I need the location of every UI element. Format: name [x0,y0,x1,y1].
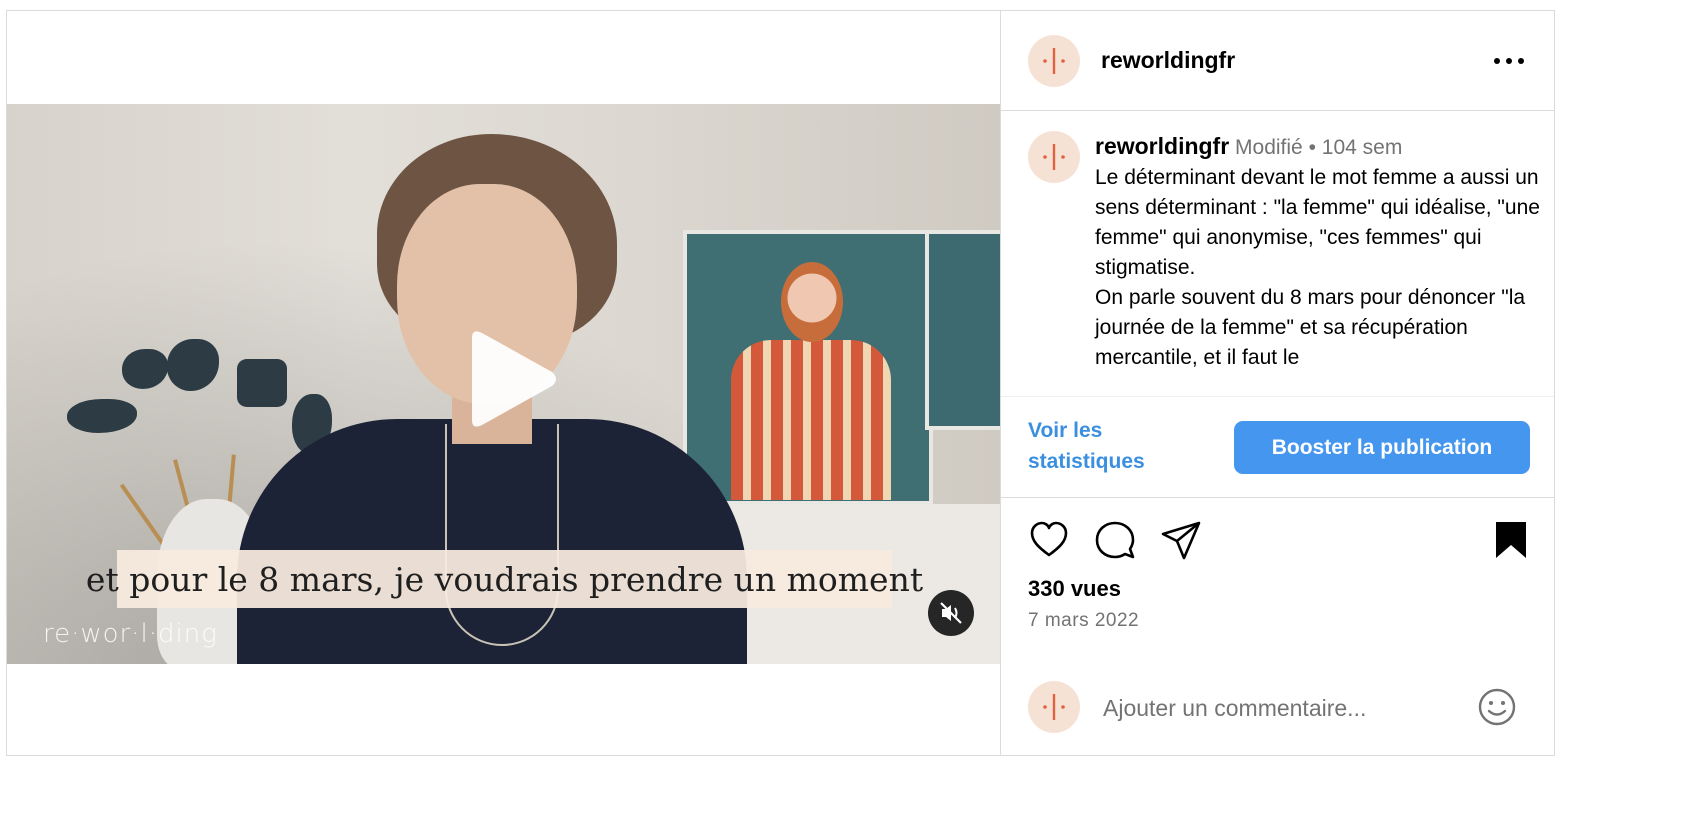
video-player[interactable]: et pour le 8 mars, je voudrais prendre u… [7,104,1000,664]
painted-figure [709,262,909,502]
reworlding-logo [1043,694,1065,720]
speaker-necklace [445,424,559,646]
heart-icon [1030,521,1068,557]
comment-icon [1095,521,1135,559]
view-count[interactable]: 330 vues [1028,576,1121,602]
caption-username[interactable]: reworldingfr [1095,133,1229,159]
edited-label: Modifié [1235,136,1303,159]
sculpture-creature [122,349,168,389]
avatar [1028,681,1080,733]
boost-post-button[interactable]: Booster la publication [1234,421,1530,474]
post-card: et pour le 8 mars, je voudrais prendre u… [6,10,1555,756]
media-area: et pour le 8 mars, je voudrais prendre u… [7,11,1000,755]
share-icon [1161,521,1201,560]
painted-shirt [731,340,891,500]
reworlding-logo [1043,144,1065,170]
view-insights-link[interactable]: Voir les statistiques [1028,415,1198,477]
insights-bar: Voir les statistiques Booster la publica… [1001,396,1554,498]
more-options-button[interactable] [1489,47,1529,75]
painted-head [781,262,843,342]
muted-speaker-icon [940,602,962,624]
sculpture-fish [67,399,137,433]
post-date: 7 mars 2022 [1028,610,1140,631]
bookmark-icon [1496,522,1526,558]
like-button[interactable] [1028,519,1070,561]
play-icon [472,331,556,427]
header-username[interactable]: reworldingfr [1101,47,1235,74]
post-side-panel: reworldingfr reworldingfr Modifié • 104 … [1000,11,1554,755]
video-watermark: re·wor·l·ding [43,619,218,649]
comment-input[interactable] [1101,689,1455,727]
caption-area: reworldingfr Modifié • 104 sem Le déterm… [1001,111,1554,396]
avatar[interactable] [1028,131,1080,183]
save-button[interactable] [1490,519,1532,561]
reworlding-logo [1043,48,1065,74]
mute-button[interactable] [928,590,974,636]
emoji-button[interactable] [1477,687,1517,727]
comment-button[interactable] [1094,519,1136,561]
caption-text: Le déterminant devant le mot femme a aus… [1095,166,1540,369]
video-subtitle: et pour le 8 mars, je voudrais prendre u… [86,550,923,608]
post-header: reworldingfr [1001,11,1554,111]
play-button[interactable] [454,324,564,434]
action-icons [1001,519,1554,564]
share-button[interactable] [1160,519,1202,561]
add-comment-row [1001,671,1554,741]
emoji-icon [1478,688,1516,726]
avatar[interactable] [1028,35,1080,87]
post-caption: reworldingfr Modifié • 104 sem Le déterm… [1095,131,1545,373]
post-age[interactable]: 104 sem [1322,136,1403,159]
meta-separator: • [1308,136,1316,159]
more-horizontal-icon [1494,58,1524,64]
painting-frame-right [925,230,1000,430]
